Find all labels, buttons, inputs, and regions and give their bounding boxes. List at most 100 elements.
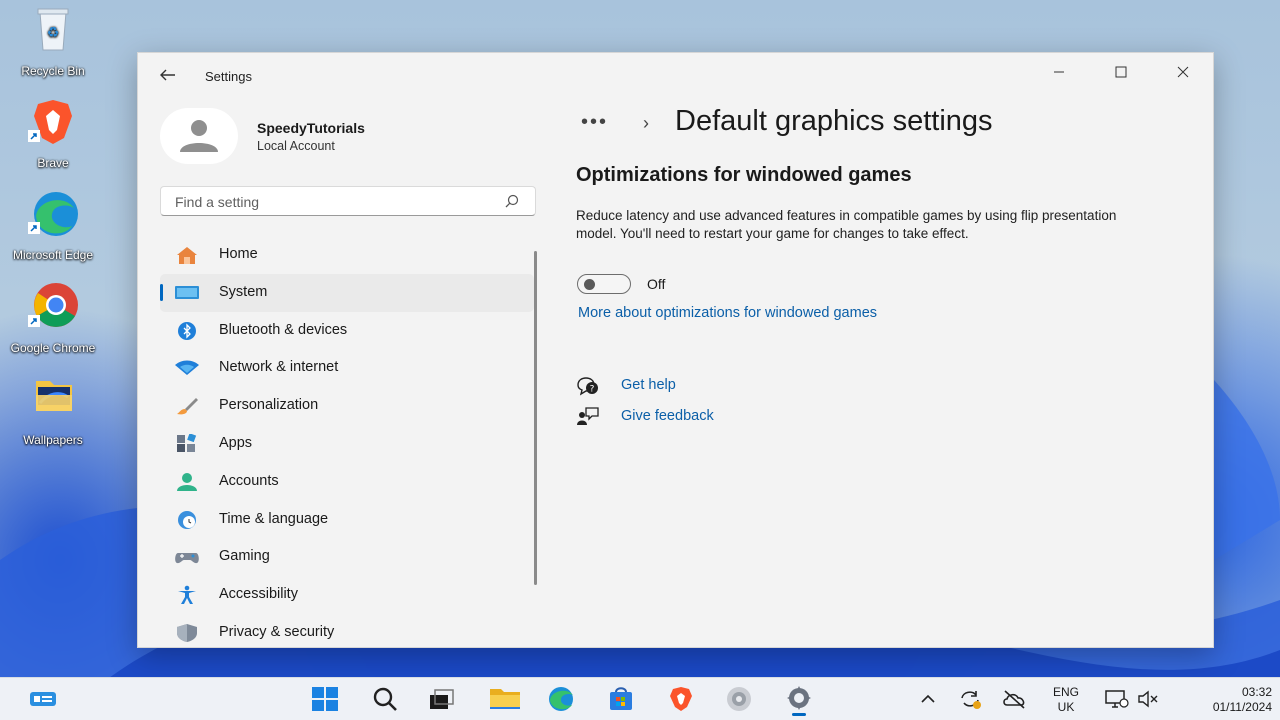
cloud-offline-icon (1003, 690, 1025, 709)
desktop-icon-brave[interactable]: Brave (8, 96, 98, 170)
back-button[interactable] (158, 65, 182, 87)
task-view-icon (430, 689, 454, 709)
sidebar-item-privacy[interactable]: Privacy & security (160, 614, 534, 652)
user-profile[interactable]: SpeedyTutorials Local Account (160, 108, 520, 164)
window-title: Settings (205, 69, 252, 84)
sidebar-item-label: Bluetooth & devices (219, 321, 348, 338)
toggle-knob (584, 279, 595, 290)
search-icon (373, 687, 397, 711)
recycle-bin-icon: ♻ (24, 4, 82, 62)
title-bar: Settings (138, 53, 1213, 97)
sidebar-item-accounts[interactable]: Accounts (160, 463, 534, 501)
windowed-games-toggle[interactable] (577, 274, 631, 294)
desktop-icon-wallpapers[interactable]: Wallpapers (8, 373, 98, 447)
edge-taskbar-button[interactable] (547, 686, 575, 712)
get-help-label: Get help (621, 377, 676, 393)
arrow-left-icon (160, 69, 175, 81)
sidebar-item-gaming[interactable]: Gaming (160, 538, 534, 576)
user-icon (180, 120, 218, 152)
sidebar-item-label: Home (219, 246, 258, 262)
widgets-icon (30, 692, 56, 706)
desktop-icon-recycle-bin[interactable]: ♻ Recycle Bin (8, 4, 98, 78)
maximize-button[interactable] (1098, 59, 1144, 89)
desktop-icon-label: Google Chrome (10, 341, 96, 355)
sidebar-item-apps[interactable]: Apps (160, 425, 534, 463)
brush-icon (177, 398, 198, 415)
gamepad-icon (175, 553, 199, 564)
store-button[interactable] (607, 686, 635, 712)
apps-icon (177, 433, 197, 452)
folder-icon (24, 373, 82, 431)
section-description: Reduce latency and use advanced features… (576, 208, 1117, 241)
wifi-icon (175, 360, 199, 376)
sync-tray-icon[interactable] (958, 688, 986, 714)
system-icon (175, 285, 199, 299)
sidebar-item-home[interactable]: Home (160, 236, 534, 274)
search-box[interactable]: Find a setting (160, 186, 536, 216)
sidebar-item-label: Privacy & security (219, 623, 335, 640)
sidebar-item-accessibility[interactable]: Accessibility (160, 576, 534, 614)
onedrive-tray-icon[interactable] (1002, 688, 1030, 714)
chrome-icon (24, 281, 82, 339)
get-help-link[interactable]: ? Get help (576, 375, 836, 397)
profile-account-type: Local Account (257, 139, 335, 153)
sidebar-item-label: Network & internet (219, 359, 339, 376)
breadcrumb-overflow-button[interactable]: ••• (581, 111, 608, 134)
gear-icon (787, 686, 811, 716)
start-button[interactable] (311, 686, 339, 712)
sidebar-item-personalization[interactable]: Personalization (160, 387, 534, 425)
keyboard-layout: UK (1057, 700, 1075, 714)
page-title: Default graphics settings (675, 105, 993, 137)
show-hidden-icons-button[interactable] (916, 688, 944, 714)
maximize-icon (1115, 66, 1127, 78)
network-tray-icon[interactable] (1104, 688, 1132, 714)
sidebar-item-network[interactable]: Network & internet (160, 349, 534, 387)
clock[interactable]: 03:32 01/11/2024 (1178, 685, 1272, 715)
app-taskbar-button[interactable] (725, 686, 753, 712)
clock-time: 03:32 (1241, 685, 1272, 699)
brave-icon (670, 687, 692, 711)
folder-icon (490, 689, 520, 709)
sidebar-item-label: Gaming (219, 548, 270, 565)
file-explorer-button[interactable] (489, 686, 520, 712)
store-icon (610, 687, 632, 710)
sidebar-item-system[interactable]: System (160, 273, 534, 312)
widgets-button[interactable] (28, 686, 56, 712)
edge-icon (549, 687, 573, 711)
taskbar: ENG UK 03:32 01/11/2024 (0, 677, 1280, 720)
accessibility-icon (178, 585, 196, 605)
home-icon (177, 247, 197, 264)
desktop-icon-edge[interactable]: Microsoft Edge (8, 188, 98, 262)
language-indicator[interactable]: ENG UK (1046, 685, 1086, 715)
more-about-link[interactable]: More about optimizations for windowed ga… (578, 305, 877, 321)
close-button[interactable] (1160, 59, 1206, 89)
disc-icon (727, 687, 751, 711)
accounts-icon (177, 472, 197, 491)
desktop-icon-label: Wallpapers (23, 433, 83, 447)
sidebar-item-label: Time & language (219, 510, 329, 527)
search-button[interactable] (371, 686, 399, 712)
sidebar-scrollbar[interactable] (534, 251, 537, 585)
task-view-button[interactable] (427, 686, 455, 712)
volume-tray-icon[interactable] (1136, 688, 1164, 714)
network-disconnected-icon (1105, 690, 1129, 708)
sidebar-item-label: Apps (219, 434, 253, 451)
edge-icon (24, 188, 82, 246)
shield-icon (177, 623, 197, 642)
clock-globe-icon (178, 510, 196, 529)
give-feedback-link[interactable]: Give feedback (576, 406, 836, 428)
windows-logo-icon (312, 687, 338, 711)
volume-muted-icon (1138, 690, 1158, 708)
desktop-icon-chrome[interactable]: Google Chrome (8, 281, 98, 355)
sidebar-item-time-language[interactable]: Time & language (160, 501, 534, 539)
brave-taskbar-button[interactable] (667, 686, 695, 712)
sidebar-item-label: System (219, 283, 268, 300)
settings-taskbar-button[interactable] (785, 686, 813, 716)
sidebar-item-bluetooth[interactable]: Bluetooth & devices (160, 312, 534, 350)
close-icon (1177, 66, 1189, 78)
give-feedback-label: Give feedback (621, 408, 714, 424)
sidebar-item-label: Accounts (219, 472, 279, 489)
avatar (160, 108, 238, 164)
chevron-right-icon: › (643, 113, 649, 133)
minimize-button[interactable] (1036, 59, 1082, 89)
